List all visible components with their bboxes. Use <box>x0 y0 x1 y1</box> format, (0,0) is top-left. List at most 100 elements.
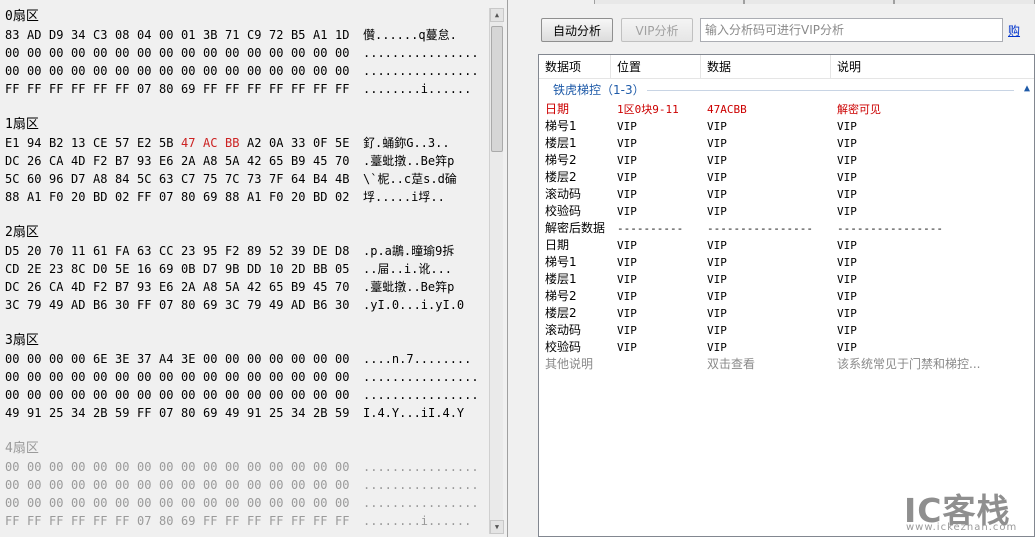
hex-byte[interactable]: 00 <box>71 458 93 476</box>
hex-byte[interactable]: 00 <box>291 44 313 62</box>
hex-byte[interactable]: 45 <box>313 278 335 296</box>
hex-byte[interactable]: C9 <box>247 26 269 44</box>
hex-byte[interactable]: 33 <box>291 134 313 152</box>
result-row[interactable]: 楼层2 VIP VIP VIP <box>539 169 1034 186</box>
column-header-data[interactable]: 数据 <box>701 55 831 79</box>
hex-byte[interactable]: FF <box>5 512 27 530</box>
hex-byte[interactable]: B4 <box>313 170 335 188</box>
hex-byte[interactable]: BB <box>225 134 247 152</box>
hex-byte[interactable]: FA <box>115 242 137 260</box>
hex-byte[interactable]: D7 <box>203 260 225 278</box>
result-row[interactable]: 解密后数据 ---------- ---------------- ---------… <box>539 220 1034 237</box>
hex-byte[interactable]: 3C <box>225 296 247 314</box>
hex-byte[interactable]: 34 <box>291 404 313 422</box>
auto-analyze-button[interactable]: 自动分析 <box>541 18 613 42</box>
hex-byte[interactable]: 2D <box>291 260 313 278</box>
hex-byte[interactable]: 5E <box>115 260 137 278</box>
result-row[interactable]: 滚动码 VIP VIP VIP <box>539 322 1034 339</box>
hex-byte[interactable]: B7 <box>115 278 137 296</box>
hex-byte[interactable]: 00 <box>27 386 49 404</box>
hex-row[interactable]: 5C 60 96 D7 A8 84 5C 63 C7 75 7C 73 7F 64 B4 4B \`柅..c莡s… <box>5 170 490 188</box>
hex-byte[interactable]: 00 <box>181 494 203 512</box>
hex-byte[interactable]: A4 <box>159 350 181 368</box>
hex-byte[interactable]: 00 <box>269 494 291 512</box>
hex-byte[interactable]: 4D <box>71 278 93 296</box>
hex-byte[interactable]: FF <box>137 296 159 314</box>
hex-byte[interactable]: DE <box>313 242 335 260</box>
hex-byte[interactable]: FF <box>225 512 247 530</box>
hex-byte[interactable]: 00 <box>137 476 159 494</box>
buy-link[interactable]: 购 <box>1008 22 1020 39</box>
hex-byte[interactable]: 00 <box>335 476 357 494</box>
hex-byte[interactable]: 94 <box>27 134 49 152</box>
hex-byte[interactable]: 07 <box>159 404 181 422</box>
hex-byte[interactable]: 3E <box>181 350 203 368</box>
hex-byte[interactable]: 00 <box>93 458 115 476</box>
hex-byte[interactable]: 69 <box>203 188 225 206</box>
hex-byte[interactable]: FF <box>27 80 49 98</box>
result-row[interactable]: 滚动码 VIP VIP VIP <box>539 186 1034 203</box>
hex-byte[interactable]: D7 <box>71 170 93 188</box>
hex-byte[interactable]: 00 <box>313 44 335 62</box>
scroll-up-arrow-icon[interactable]: ▲ <box>490 8 504 22</box>
hex-byte[interactable]: 25 <box>49 404 71 422</box>
hex-byte[interactable]: CA <box>49 152 71 170</box>
hex-byte[interactable]: 30 <box>335 296 357 314</box>
hex-byte[interactable]: 61 <box>93 242 115 260</box>
hex-byte[interactable]: 0A <box>269 134 291 152</box>
hex-byte[interactable]: 23 <box>181 242 203 260</box>
hex-byte[interactable]: A8 <box>203 278 225 296</box>
hex-byte[interactable]: 49 <box>269 296 291 314</box>
hex-byte[interactable]: FF <box>291 80 313 98</box>
hex-byte[interactable]: 34 <box>71 26 93 44</box>
hex-byte[interactable]: 5B <box>159 134 181 152</box>
hex-byte[interactable]: E1 <box>5 134 27 152</box>
hex-byte[interactable]: 00 <box>269 386 291 404</box>
hex-byte[interactable]: 00 <box>291 494 313 512</box>
hex-byte[interactable]: 00 <box>313 350 335 368</box>
hex-byte[interactable]: 00 <box>291 458 313 476</box>
tab-stub[interactable] <box>594 0 744 4</box>
hex-byte[interactable]: 00 <box>269 62 291 80</box>
hex-byte[interactable]: 00 <box>49 494 71 512</box>
result-row[interactable]: 楼层2 VIP VIP VIP <box>539 305 1034 322</box>
hex-byte[interactable]: 00 <box>247 494 269 512</box>
hex-byte[interactable]: 30 <box>115 296 137 314</box>
hex-byte[interactable]: 34 <box>71 404 93 422</box>
hex-byte[interactable]: 80 <box>181 296 203 314</box>
hex-byte[interactable]: 42 <box>247 278 269 296</box>
hex-byte[interactable]: A2 <box>247 134 269 152</box>
hex-byte[interactable]: 00 <box>93 386 115 404</box>
hex-byte[interactable]: 00 <box>247 476 269 494</box>
hex-row[interactable]: 00 00 00 00 00 00 00 00 00 00 00 00 00 00 00 00........… <box>5 476 490 494</box>
hex-row[interactable]: 00 00 00 00 00 00 00 00 00 00 00 00 00 00 00 00........… <box>5 44 490 62</box>
hex-byte[interactable]: 00 <box>5 494 27 512</box>
hex-byte[interactable]: 3B <box>203 26 225 44</box>
hex-byte[interactable]: 00 <box>203 458 225 476</box>
hex-byte[interactable]: 89 <box>247 242 269 260</box>
hex-byte[interactable]: 75 <box>203 170 225 188</box>
hex-byte[interactable]: 00 <box>247 386 269 404</box>
hex-byte[interactable]: F2 <box>225 242 247 260</box>
hex-byte[interactable]: E6 <box>159 152 181 170</box>
hex-byte[interactable]: 72 <box>269 26 291 44</box>
hex-row[interactable]: 00 00 00 00 00 00 00 00 00 00 00 00 00 00 00 00........… <box>5 386 490 404</box>
hex-byte[interactable]: 00 <box>291 476 313 494</box>
hex-byte[interactable]: 00 <box>71 62 93 80</box>
result-row[interactable]: 日期 VIP VIP VIP <box>539 237 1034 254</box>
tab-stub[interactable] <box>744 0 894 4</box>
hex-byte[interactable]: 00 <box>137 368 159 386</box>
hex-byte[interactable]: DC <box>5 152 27 170</box>
hex-byte[interactable]: 2B <box>313 404 335 422</box>
hex-byte[interactable]: 69 <box>203 404 225 422</box>
analysis-result-list[interactable]: 数据项 位置 数据 说明 铁虎梯控（1-3） ▲ 日期 1区0块9-11 47ACB… <box>538 54 1035 537</box>
hex-byte[interactable]: 0B <box>181 260 203 278</box>
hex-byte[interactable]: 73 <box>247 170 269 188</box>
hex-row[interactable]: CD 2E 23 8C D0 5E 16 69 0B D7 9B DD 10 2D BB 05 ..屇..i.讹… <box>5 260 490 278</box>
hex-byte[interactable]: 93 <box>137 152 159 170</box>
hex-byte[interactable]: 45 <box>313 152 335 170</box>
hex-byte[interactable]: 00 <box>269 368 291 386</box>
hex-row[interactable]: FF FF FF FF FF FF 07 80 69 FF FF FF FF FF FF FF........… <box>5 512 490 530</box>
hex-byte[interactable]: 00 <box>225 476 247 494</box>
hex-byte[interactable]: FF <box>269 512 291 530</box>
